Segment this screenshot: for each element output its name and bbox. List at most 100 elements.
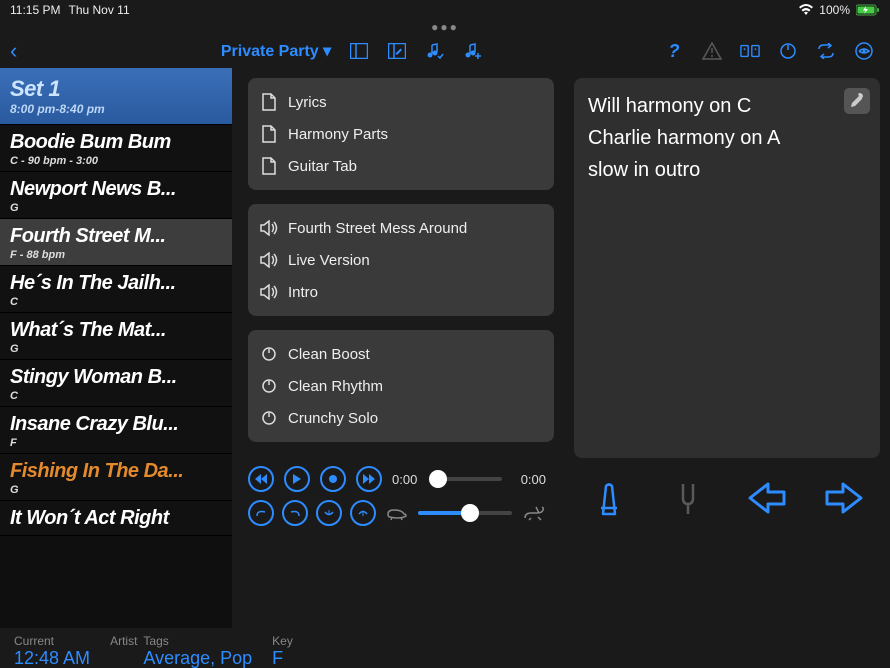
song-item[interactable]: Newport News B...G xyxy=(0,172,232,219)
right-column: Will harmony on C Charlie harmony on A s… xyxy=(562,68,890,628)
song-subtitle: C xyxy=(10,296,222,308)
layout-1-icon[interactable] xyxy=(349,41,369,61)
page-title[interactable]: Private Party ▾ xyxy=(221,41,331,61)
song-title: Insane Crazy Blu... xyxy=(10,413,222,436)
list-item[interactable]: Harmony Parts xyxy=(258,118,544,150)
key-label: Key xyxy=(272,634,293,648)
list-item-label: Intro xyxy=(288,284,318,301)
tempo-slider[interactable] xyxy=(418,511,512,515)
song-subtitle: G xyxy=(10,343,222,355)
prev-track-button[interactable] xyxy=(248,466,274,492)
list-item-label: Harmony Parts xyxy=(288,126,388,143)
list-item[interactable]: Guitar Tab xyxy=(258,150,544,182)
artist-value xyxy=(110,648,137,668)
rabbit-icon xyxy=(522,505,546,521)
song-item[interactable]: It Won´t Act Right xyxy=(0,501,232,536)
record-button[interactable] xyxy=(320,466,346,492)
next-song-button[interactable] xyxy=(818,476,872,520)
overflow-dots[interactable]: ●●● xyxy=(0,20,890,34)
speaker-icon xyxy=(260,251,278,269)
song-subtitle: C xyxy=(10,390,222,402)
prev-song-button[interactable] xyxy=(739,476,793,520)
speaker-icon xyxy=(260,283,278,301)
knob-icon xyxy=(260,409,278,427)
song-title: Fishing In The Da... xyxy=(10,460,222,483)
list-item[interactable]: Lyrics xyxy=(258,86,544,118)
center-column: Lyrics Harmony Parts Guitar Tab Fourth Str… xyxy=(232,68,562,628)
list-item[interactable]: Intro xyxy=(258,276,544,308)
warning-icon[interactable] xyxy=(702,41,722,61)
edit-notes-button[interactable] xyxy=(844,88,870,114)
music-check-icon[interactable] xyxy=(425,41,445,61)
list-item[interactable]: Clean Boost xyxy=(258,338,544,370)
list-item[interactable]: Crunchy Solo xyxy=(258,402,544,434)
layout-edit-icon[interactable] xyxy=(387,41,407,61)
song-item[interactable]: Boodie Bum BumC - 90 bpm - 3:00 xyxy=(0,125,232,172)
presets-card: Clean Boost Clean Rhythm Crunchy Solo xyxy=(248,330,554,442)
turtle-icon xyxy=(386,505,408,521)
artist-label: Artist xyxy=(110,634,137,648)
song-title: What´s The Mat... xyxy=(10,319,222,342)
knob-icon xyxy=(260,345,278,363)
back-button[interactable]: ‹ xyxy=(10,38,17,63)
song-title: Newport News B... xyxy=(10,178,222,201)
documents-card: Lyrics Harmony Parts Guitar Tab xyxy=(248,78,554,190)
song-subtitle: F xyxy=(10,437,222,449)
position-slider[interactable] xyxy=(436,477,502,481)
song-title: Stingy Woman B... xyxy=(10,366,222,389)
song-title: He´s In The Jailh... xyxy=(10,272,222,295)
set-header[interactable]: Set 1 8:00 pm-8:40 pm xyxy=(0,68,232,125)
song-title: Boodie Bum Bum xyxy=(10,131,222,154)
set-title: Set 1 xyxy=(10,76,222,102)
song-subtitle: G xyxy=(10,202,222,214)
duration-time: 0:00 xyxy=(512,472,546,487)
footer: Current 12:48 AM Artist Tags Average, Po… xyxy=(0,628,890,668)
status-time: 11:15 PM xyxy=(10,3,60,17)
tuning-fork-button[interactable] xyxy=(661,476,715,520)
pitch-up-button[interactable] xyxy=(350,500,376,526)
list-item-label: Clean Rhythm xyxy=(288,378,383,395)
current-label: Current xyxy=(14,634,90,648)
key-value: F xyxy=(272,648,293,668)
battery-percent: 100% xyxy=(819,3,850,17)
list-item[interactable]: Fourth Street Mess Around xyxy=(258,212,544,244)
list-item-label: Crunchy Solo xyxy=(288,410,378,427)
sync-icon[interactable] xyxy=(816,41,836,61)
status-bar: 11:15 PM Thu Nov 11 100% xyxy=(0,0,890,20)
play-button[interactable] xyxy=(284,466,310,492)
list-item[interactable]: Live Version xyxy=(258,244,544,276)
recordings-card: Fourth Street Mess Around Live Version Int… xyxy=(248,204,554,316)
current-value: 12:48 AM xyxy=(14,648,90,668)
song-item[interactable]: What´s The Mat...G xyxy=(0,313,232,360)
music-add-icon[interactable] xyxy=(463,41,483,61)
transport: 0:00 0:00 xyxy=(248,456,554,534)
loop-a-button[interactable] xyxy=(248,500,274,526)
song-subtitle: G xyxy=(10,484,222,496)
next-track-button[interactable] xyxy=(356,466,382,492)
song-item[interactable]: Stingy Woman B...C xyxy=(0,360,232,407)
pitch-down-button[interactable] xyxy=(316,500,342,526)
pedalboard-icon[interactable] xyxy=(740,41,760,61)
song-item[interactable]: Fourth Street M...F - 88 bpm xyxy=(0,219,232,266)
song-item[interactable]: Fishing In The Da...G xyxy=(0,454,232,501)
notes-text: Will harmony on C Charlie harmony on A s… xyxy=(588,90,866,186)
list-item-label: Guitar Tab xyxy=(288,158,357,175)
document-icon xyxy=(260,93,278,111)
target-icon[interactable] xyxy=(854,41,874,61)
knob-icon xyxy=(260,377,278,395)
song-title: It Won´t Act Right xyxy=(10,507,222,530)
position-time: 0:00 xyxy=(392,472,426,487)
help-icon[interactable]: ? xyxy=(664,41,684,61)
song-item[interactable]: Insane Crazy Blu...F xyxy=(0,407,232,454)
song-subtitle: C - 90 bpm - 3:00 xyxy=(10,155,222,167)
knob-icon[interactable] xyxy=(778,41,798,61)
toolbar: ‹ Private Party ▾ ? xyxy=(0,34,890,68)
set-subtitle: 8:00 pm-8:40 pm xyxy=(10,102,222,116)
song-subtitle: F - 88 bpm xyxy=(10,249,222,261)
notes-panel[interactable]: Will harmony on C Charlie harmony on A s… xyxy=(574,78,880,458)
song-item[interactable]: He´s In The Jailh...C xyxy=(0,266,232,313)
list-item-label: Fourth Street Mess Around xyxy=(288,220,467,237)
metronome-button[interactable] xyxy=(582,476,636,520)
loop-b-button[interactable] xyxy=(282,500,308,526)
list-item[interactable]: Clean Rhythm xyxy=(258,370,544,402)
